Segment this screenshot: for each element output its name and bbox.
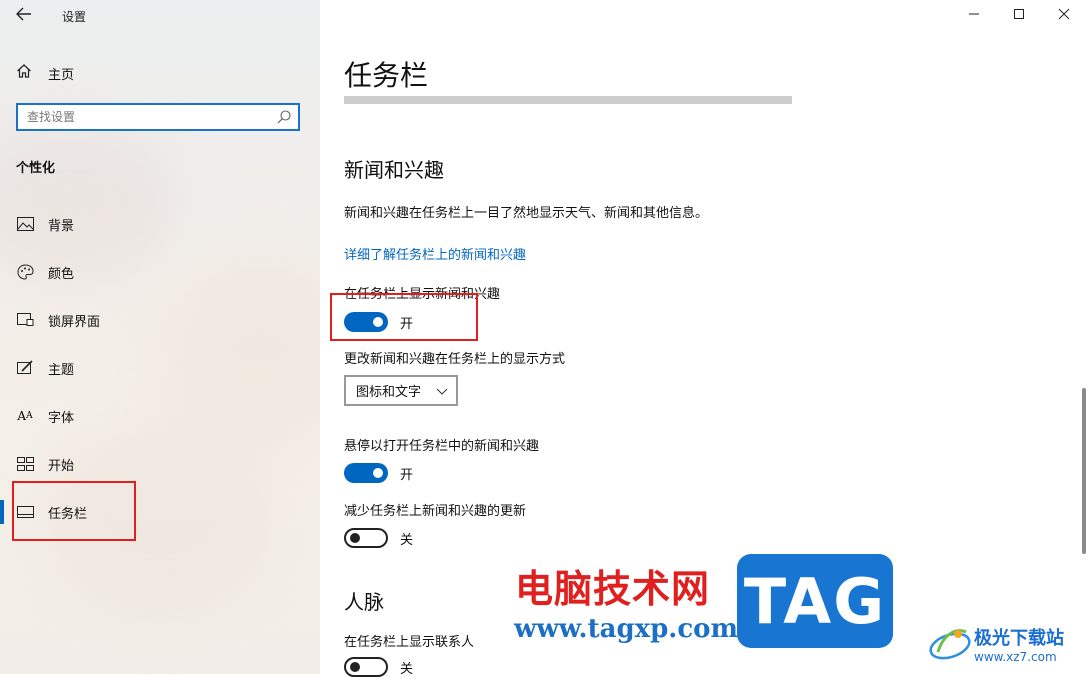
theme-brush-icon <box>16 360 34 376</box>
search-icon[interactable] <box>276 109 292 125</box>
section-title: 个性化 <box>16 161 56 176</box>
sidebar-item-label: 主题 <box>48 362 75 378</box>
hover-open-toggle-row: 开 <box>344 463 413 483</box>
sidebar-item-label: 主页 <box>48 67 75 83</box>
toggle-knob <box>350 662 360 672</box>
sidebar-item-label: 颜色 <box>48 266 75 282</box>
search-box[interactable] <box>16 103 300 131</box>
sidebar-item-label: 背景 <box>48 218 75 234</box>
sidebar-item-themes[interactable]: 主题 <box>0 348 320 388</box>
minimize-icon[interactable] <box>964 8 984 24</box>
hover-open-label: 悬停以打开任务栏中的新闻和兴趣 <box>344 439 540 454</box>
back-arrow-icon[interactable] <box>12 6 36 26</box>
news-section-heading: 新闻和兴趣 <box>344 158 444 182</box>
sidebar-item-lock-screen[interactable]: 锁屏界面 <box>0 300 320 340</box>
app-title: 设置 <box>62 10 87 24</box>
page-title: 任务栏 <box>344 59 429 92</box>
annotation-highlight-box <box>330 293 478 341</box>
lock-screen-icon <box>16 312 34 328</box>
sidebar-item-label: 锁屏界面 <box>48 314 101 330</box>
title-underline-bar <box>344 96 792 104</box>
sidebar: 设置 主页 个性化 背景 颜色 锁屏界面 主题 <box>0 0 320 674</box>
palette-icon <box>16 264 34 280</box>
title-bar: 设置 <box>0 0 320 32</box>
start-tiles-icon <box>16 456 34 472</box>
scrollbar-thumb[interactable] <box>1082 388 1086 554</box>
dropdown-selected-value: 图标和文字 <box>356 385 422 400</box>
toggle-knob <box>350 533 360 543</box>
toggle-state-text: 关 <box>400 532 414 548</box>
watermark-brand-name: 极光下载站 <box>974 628 1064 649</box>
learn-more-link[interactable]: 详细了解任务栏上的新闻和兴趣 <box>344 244 526 263</box>
reduce-updates-toggle[interactable] <box>344 528 388 548</box>
watermark-site-url: www.tagxp.com <box>514 614 739 644</box>
display-mode-dropdown[interactable]: 图标和文字 <box>344 375 458 406</box>
sidebar-item-colors[interactable]: 颜色 <box>0 252 320 292</box>
home-icon <box>16 63 34 83</box>
annotation-highlight-box <box>12 481 136 541</box>
watermark-brand-logo-icon <box>928 622 972 664</box>
chevron-down-icon <box>436 385 448 400</box>
hover-open-toggle[interactable] <box>344 463 388 483</box>
maximize-icon[interactable] <box>1009 8 1029 24</box>
show-contacts-toggle-row: 关 <box>344 657 413 677</box>
watermark-site-name: 电脑技术网 <box>515 567 711 611</box>
news-description: 新闻和兴趣在任务栏上一目了然地显示天气、新闻和其他信息。 <box>344 206 709 221</box>
sidebar-item-start[interactable]: 开始 <box>0 444 320 484</box>
sidebar-item-label: 开始 <box>48 458 75 474</box>
sidebar-item-home[interactable]: 主页 <box>16 62 74 84</box>
font-icon: AA <box>17 409 33 423</box>
watermark-tag-logo: TAG <box>737 554 893 648</box>
toggle-state-text: 开 <box>400 467 414 483</box>
search-input[interactable] <box>18 105 267 129</box>
sidebar-item-label: 字体 <box>48 410 75 426</box>
display-mode-label: 更改新闻和兴趣在任务栏上的显示方式 <box>344 352 566 367</box>
reduce-updates-label: 减少任务栏上新闻和兴趣的更新 <box>344 504 527 519</box>
people-section-heading: 人脉 <box>344 590 384 614</box>
watermark-brand-url: www.xz7.com <box>974 650 1057 664</box>
image-icon <box>16 216 34 232</box>
sidebar-item-fonts[interactable]: AA 字体 <box>0 396 320 436</box>
show-contacts-toggle[interactable] <box>344 657 388 677</box>
close-icon[interactable] <box>1054 8 1074 24</box>
toggle-knob <box>373 468 383 478</box>
sidebar-item-background[interactable]: 背景 <box>0 204 320 244</box>
show-contacts-label: 在任务栏上显示联系人 <box>344 635 475 650</box>
reduce-updates-toggle-row: 关 <box>344 528 413 548</box>
